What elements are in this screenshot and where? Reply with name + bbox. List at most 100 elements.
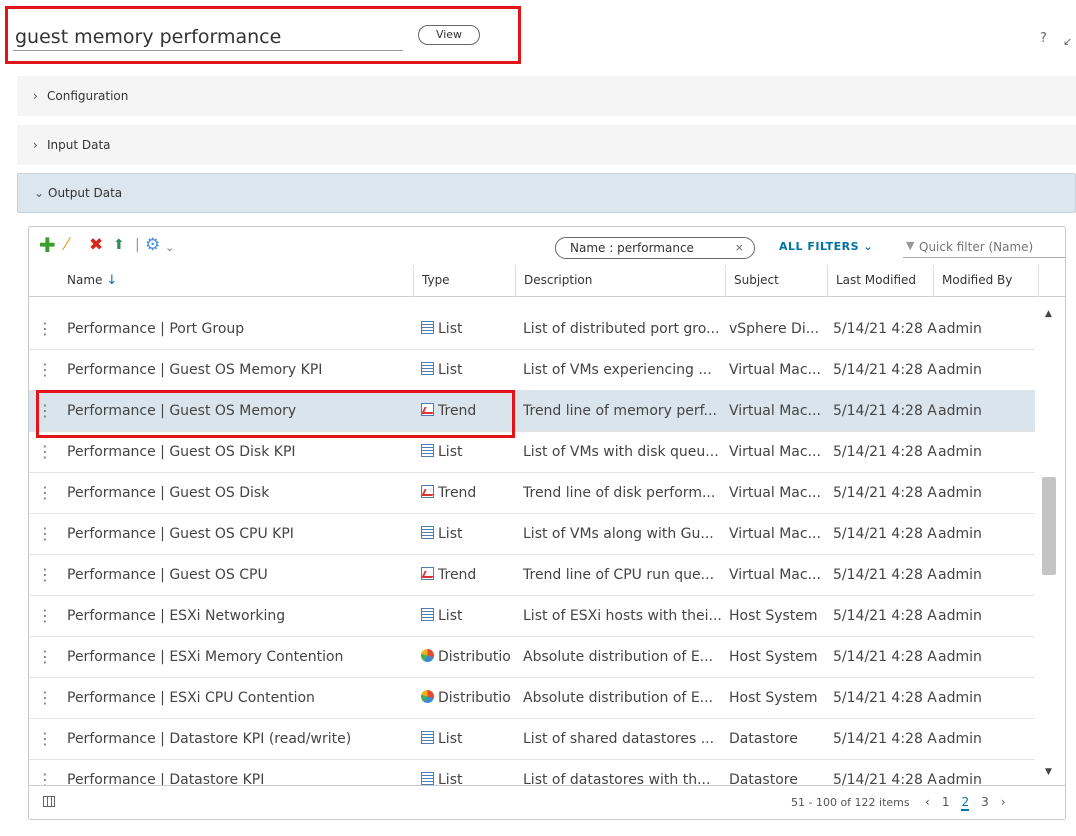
row-type: Distributio: [421, 637, 517, 677]
table-row[interactable]: ⋮ Performance | Datastore KPI (read/write…: [29, 719, 1035, 760]
row-type-label: List: [438, 526, 463, 542]
row-subject: Virtual Mac...: [729, 567, 821, 583]
row-name: Performance | Guest OS Memory KPI: [67, 362, 323, 378]
row-type: List: [421, 719, 517, 759]
list-icon: [421, 321, 434, 334]
row-actions-icon[interactable]: ⋮: [37, 432, 49, 472]
column-header-modified-by[interactable]: Modified By: [933, 265, 1039, 297]
page-2-button[interactable]: 2: [961, 795, 970, 811]
column-header-name[interactable]: Name ↓: [59, 265, 413, 297]
gear-icon[interactable]: ⚙: [145, 235, 160, 255]
all-filters-label: ALL FILTERS: [779, 240, 860, 253]
row-modified-by: admin: [938, 485, 982, 501]
row-actions-icon[interactable]: ⋮: [37, 760, 49, 785]
table-row[interactable]: ⋮ Performance | ESXi Memory Contention Dis…: [29, 637, 1035, 678]
table-row[interactable]: ⋮ Performance | Datastore KPI List List of …: [29, 760, 1035, 785]
row-subject: Virtual Mac...: [729, 444, 821, 460]
row-actions-icon[interactable]: ⋮: [37, 514, 49, 554]
row-subject: Virtual Mac...: [729, 485, 821, 501]
list-icon: [421, 772, 434, 785]
list-icon: [421, 608, 434, 621]
vertical-scrollbar[interactable]: ▲ ▼: [1039, 309, 1061, 785]
row-actions-icon[interactable]: ⋮: [37, 350, 49, 390]
table-row[interactable]: ⋮ Performance | Guest OS CPU KPI List List …: [29, 514, 1035, 555]
scroll-up-icon[interactable]: ▲: [1045, 309, 1052, 319]
column-header-type[interactable]: Type: [413, 265, 515, 297]
list-icon: [421, 362, 434, 375]
next-page-button[interactable]: ›: [1001, 795, 1006, 809]
table-row[interactable]: ⋮ Performance | Guest OS Memory KPI List Li…: [29, 350, 1035, 391]
output-data-grid: ✚ ⁄ ✖ ⬆ | ⚙ ⌄ Name : performance × ALL F…: [28, 226, 1066, 820]
sort-down-icon[interactable]: ↓: [106, 273, 117, 288]
selected-row-highlight: [36, 390, 515, 438]
table-row[interactable]: ⋮ Performance | ESXi CPU Contention Distri…: [29, 678, 1035, 719]
delete-icon[interactable]: ✖: [89, 235, 103, 255]
table-body: ⋮ Performance | Port Group List List of dis…: [29, 309, 1035, 785]
chevron-down-icon[interactable]: ⌄: [165, 238, 174, 258]
row-description: Trend line of disk perform...: [523, 485, 716, 501]
row-type-label: Trend: [438, 485, 477, 501]
column-header-name-label: Name: [67, 273, 103, 287]
add-icon[interactable]: ✚: [39, 235, 56, 255]
table-row[interactable]: ⋮ Performance | ESXi Networking List List o…: [29, 596, 1035, 637]
row-last-modified: 5/14/21 4:28 A: [833, 403, 937, 419]
section-configuration-label: Configuration: [47, 89, 129, 103]
clone-icon[interactable]: ⬆: [113, 235, 125, 255]
table-row[interactable]: ⋮ Performance | Guest OS Disk KPI List List…: [29, 432, 1035, 473]
section-configuration[interactable]: › Configuration: [17, 76, 1076, 116]
row-name: Performance | Guest OS Disk: [67, 485, 270, 501]
quick-filter-input[interactable]: [903, 236, 1065, 258]
scrollbar-thumb[interactable]: [1042, 477, 1056, 575]
help-icon[interactable]: ?: [1040, 31, 1047, 46]
row-actions-icon[interactable]: ⋮: [37, 719, 49, 759]
column-header-subject[interactable]: Subject: [725, 265, 827, 297]
row-actions-icon[interactable]: ⋮: [37, 555, 49, 595]
row-subject: Datastore: [729, 772, 798, 785]
edit-icon[interactable]: ⁄: [65, 235, 68, 255]
section-output-data[interactable]: ⌄ Output Data: [17, 173, 1076, 213]
row-modified-by: admin: [938, 649, 982, 665]
chevron-down-icon: ⌄: [863, 240, 874, 253]
table-row[interactable]: ⋮ Performance | Guest OS Disk Trend Trend l…: [29, 473, 1035, 514]
view-button[interactable]: View: [418, 25, 480, 45]
row-modified-by: admin: [938, 608, 982, 624]
scroll-down-icon[interactable]: ▼: [1045, 767, 1052, 777]
row-actions-icon[interactable]: ⋮: [37, 309, 49, 349]
column-header-type-label: Type: [422, 273, 450, 287]
row-type: Distributio: [421, 678, 517, 718]
page-1-button[interactable]: 1: [942, 795, 950, 809]
row-subject: Host System: [729, 690, 818, 706]
column-header-last-modified[interactable]: Last Modified: [827, 265, 933, 297]
prev-page-button[interactable]: ‹: [925, 795, 930, 809]
row-name: Performance | Guest OS CPU KPI: [67, 526, 294, 542]
row-description: List of ESXi hosts with thei...: [523, 608, 722, 624]
row-last-modified: 5/14/21 4:28 A: [833, 526, 937, 542]
table-row[interactable]: ⋮ Performance | Port Group List List of dis…: [29, 309, 1035, 350]
report-name-input[interactable]: [13, 23, 403, 51]
table-row[interactable]: ⋮ Performance | Guest OS CPU Trend Trend li…: [29, 555, 1035, 596]
all-filters-button[interactable]: ALL FILTERS ⌄: [779, 240, 873, 253]
filter-chip[interactable]: Name : performance ×: [555, 237, 755, 259]
column-header-description[interactable]: Description: [515, 265, 725, 297]
column-header-modified-by-label: Modified By: [942, 273, 1013, 287]
row-description: List of datastores with th...: [523, 772, 711, 785]
row-subject: Datastore: [729, 731, 798, 747]
collapse-icon[interactable]: ↙: [1063, 35, 1072, 48]
row-description: List of distributed port gro...: [523, 321, 720, 337]
row-actions-icon[interactable]: ⋮: [37, 596, 49, 636]
row-actions-icon[interactable]: ⋮: [37, 678, 49, 718]
page-3-button[interactable]: 3: [981, 795, 989, 809]
column-toggle-icon[interactable]: [43, 796, 55, 807]
chevron-right-icon: ›: [33, 89, 38, 103]
section-input-data[interactable]: › Input Data: [17, 125, 1076, 165]
row-subject: Host System: [729, 649, 818, 665]
row-actions-icon[interactable]: ⋮: [37, 473, 49, 513]
row-type: List: [421, 309, 517, 349]
row-name: Performance | ESXi Memory Contention: [67, 649, 344, 665]
close-icon[interactable]: ×: [735, 238, 744, 258]
row-modified-by: admin: [938, 731, 982, 747]
distribution-icon: [421, 649, 434, 662]
trend-icon: [421, 567, 434, 580]
row-name: Performance | Datastore KPI: [67, 772, 265, 785]
row-actions-icon[interactable]: ⋮: [37, 637, 49, 677]
